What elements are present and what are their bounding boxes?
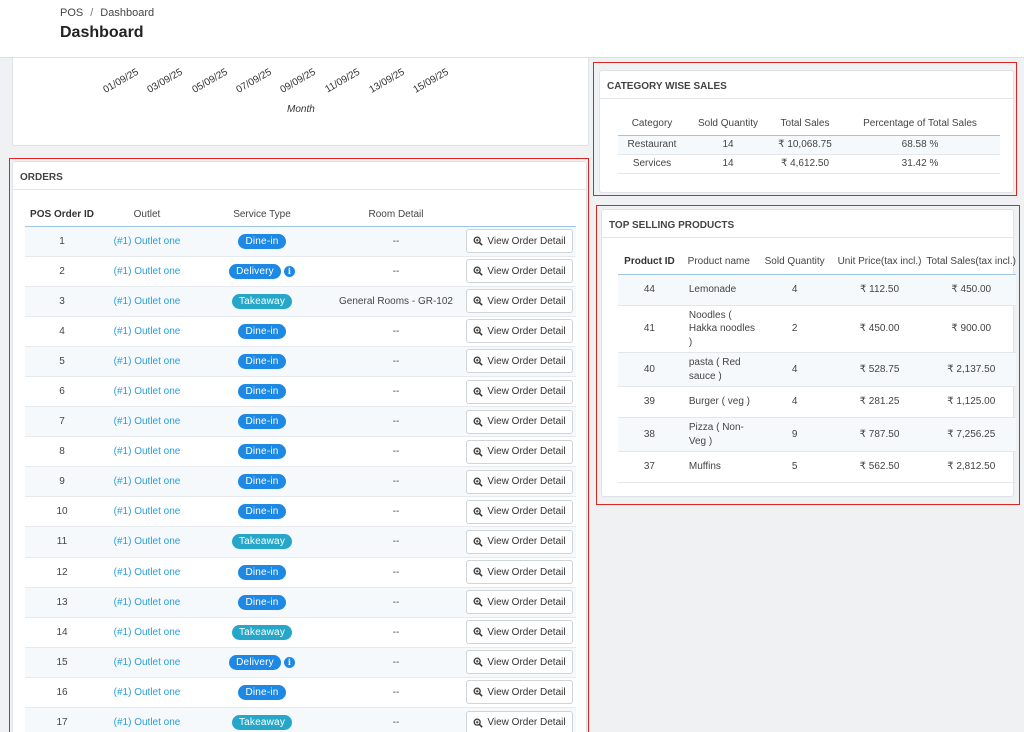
chart-x-tick: 15/09/25 [411, 66, 451, 96]
chart-x-tick: 09/09/25 [278, 66, 318, 96]
top-bar: POS / Dashboard Dashboard [0, 0, 1024, 58]
chart-x-label: Month [287, 104, 315, 115]
page-title: Dashboard [60, 24, 144, 41]
breadcrumb-current: Dashboard [100, 7, 155, 19]
breadcrumb-root[interactable]: POS [60, 7, 83, 19]
chart-x-tick: 11/09/25 [322, 66, 362, 96]
chart-x-tick: 05/09/25 [190, 66, 230, 96]
orders-highlight-box [9, 158, 589, 732]
sales-chart-panel: 01/09/25 03/09/25 05/09/25 07/09/25 09/09/25… [12, 58, 589, 146]
chart-x-tick: 07/09/25 [234, 66, 274, 96]
breadcrumb-separator: / [90, 7, 94, 19]
chart-x-tick: 01/09/25 [101, 66, 141, 96]
top-products-highlight-box [596, 205, 1020, 505]
chart-x-tick: 13/09/25 [367, 66, 407, 96]
breadcrumb: POS / Dashboard [60, 7, 154, 19]
category-highlight-box [593, 62, 1017, 196]
chart-x-tick: 03/09/25 [145, 66, 185, 96]
